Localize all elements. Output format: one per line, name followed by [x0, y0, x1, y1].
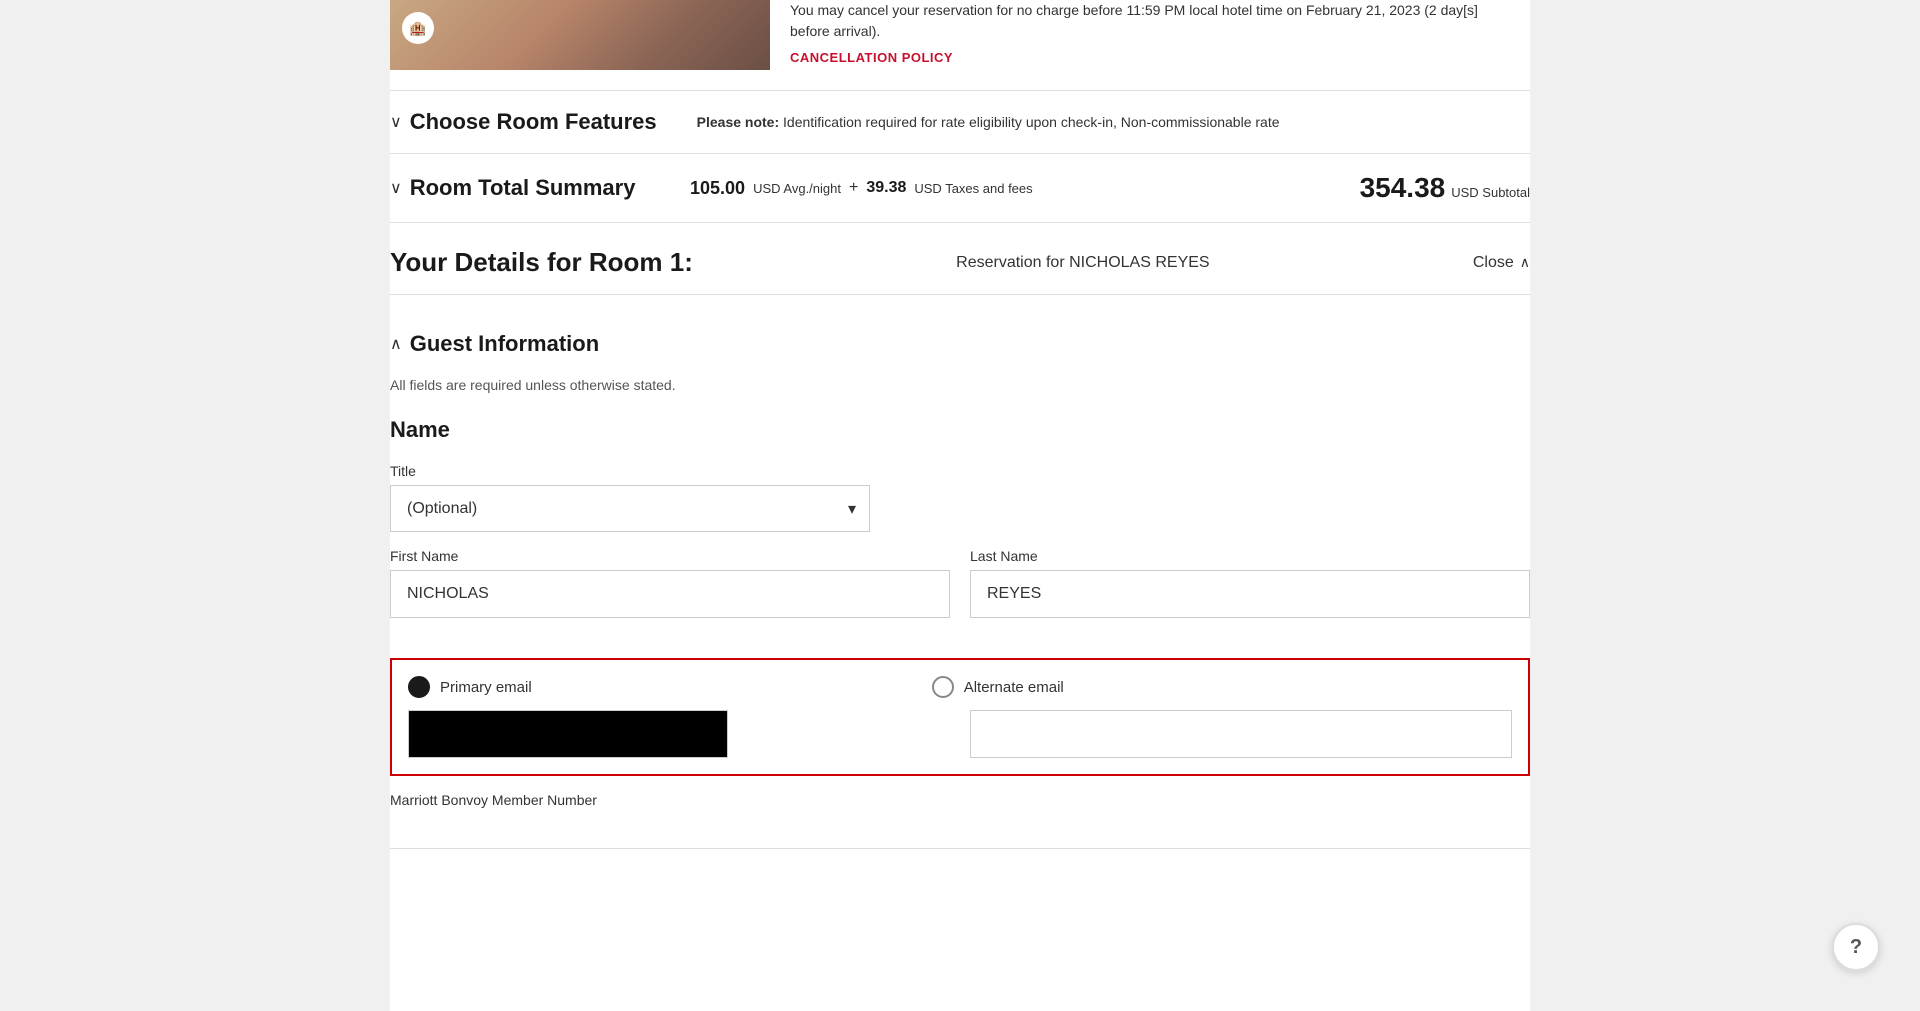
your-details-section: Your Details for Room 1: Reservation for… [390, 223, 1530, 849]
room-total-summary-toggle[interactable]: ∨ Room Total Summary [390, 175, 650, 201]
first-name-label: First Name [390, 548, 950, 564]
choose-room-features-row: ∨ Choose Room Features Please note: Iden… [390, 91, 1530, 154]
alternate-email-input[interactable] [970, 710, 1512, 758]
title-field-group: Title (Optional) Mr. Mrs. Ms. Dr. Prof. … [390, 463, 1530, 532]
last-name-label: Last Name [970, 548, 1530, 564]
close-button[interactable]: Close ∧ [1473, 254, 1530, 272]
close-chevron-up: ∧ [1520, 254, 1530, 271]
hotel-badge-icon: 🏨 [402, 12, 434, 44]
primary-email-option[interactable]: Primary email [408, 676, 532, 698]
avg-price-unit: USD Avg./night [753, 181, 841, 196]
last-name-group: Last Name [970, 548, 1530, 618]
page-wrapper: 🏨 You may cancel your reservation for no… [0, 0, 1920, 1011]
tax-amount: 39.38 [866, 179, 906, 197]
title-label: Title [390, 463, 1530, 479]
primary-email-input-group [408, 710, 950, 758]
choose-room-features-note: Please note: Identification required for… [657, 114, 1530, 130]
email-options-row: Primary email Alternate email [408, 676, 1512, 698]
your-details-header: Your Details for Room 1: Reservation for… [390, 247, 1530, 295]
note-text: Identification required for rate eligibi… [779, 114, 1279, 130]
room-total-chevron: ∨ [390, 178, 402, 198]
note-bold: Please note: [697, 114, 779, 130]
alternate-email-option[interactable]: Alternate email [932, 676, 1064, 698]
guest-info-chevron: ∧ [390, 334, 402, 354]
reservation-name: Reservation for NICHOLAS REYES [956, 254, 1209, 272]
name-heading: Name [390, 417, 1530, 443]
guest-info-header[interactable]: ∧ Guest Information [390, 331, 1530, 357]
primary-radio-filled [408, 676, 430, 698]
primary-email-label: Primary email [440, 679, 532, 696]
summary-pricing: 105.00 USD Avg./night + 39.38 USD Taxes … [650, 172, 1530, 204]
close-label: Close [1473, 254, 1514, 272]
name-section: Name Title (Optional) Mr. Mrs. Ms. Dr. P… [390, 417, 1530, 634]
last-name-input[interactable] [970, 570, 1530, 618]
hotel-info: You may cancel your reservation for no c… [770, 0, 1530, 65]
room-total-summary-row: ∨ Room Total Summary 105.00 USD Avg./nig… [390, 154, 1530, 223]
subtotal-label: USD Subtotal [1451, 185, 1530, 200]
first-name-group: First Name [390, 548, 950, 618]
cancellation-policy-link[interactable]: CANCELLATION POLICY [790, 50, 1510, 65]
email-inputs-row [408, 710, 1512, 758]
guest-info-title: Guest Information [410, 331, 599, 357]
marriott-label: Marriott Bonvoy Member Number [390, 792, 1530, 808]
your-details-title: Your Details for Room 1: [390, 247, 693, 278]
alternate-email-label: Alternate email [964, 679, 1064, 696]
guest-info-section: ∧ Guest Information All fields are requi… [390, 315, 1530, 824]
title-select-wrapper: (Optional) Mr. Mrs. Ms. Dr. Prof. ▾ [390, 485, 870, 532]
room-total-summary-title: Room Total Summary [410, 175, 636, 201]
title-select[interactable]: (Optional) Mr. Mrs. Ms. Dr. Prof. [390, 485, 870, 532]
avg-price: 105.00 [690, 178, 745, 199]
first-name-input[interactable] [390, 570, 950, 618]
summary-subtotal: 354.38 USD Subtotal [1360, 172, 1530, 204]
main-container: 🏨 You may cancel your reservation for no… [390, 0, 1530, 1011]
tax-unit: USD Taxes and fees [914, 181, 1032, 196]
email-section: Primary email Alternate email [390, 658, 1530, 776]
plus-sign: + [849, 179, 858, 197]
choose-room-features-chevron: ∨ [390, 112, 402, 132]
choose-room-features-title: Choose Room Features [410, 109, 657, 135]
fields-note: All fields are required unless otherwise… [390, 377, 1530, 393]
primary-email-input[interactable] [408, 710, 728, 758]
subtotal-amount: 354.38 [1360, 172, 1446, 204]
help-button[interactable]: ? [1832, 923, 1880, 971]
cancellation-note: You may cancel your reservation for no c… [790, 0, 1510, 42]
choose-room-features-toggle[interactable]: ∨ Choose Room Features [390, 109, 657, 135]
hotel-top-section: 🏨 You may cancel your reservation for no… [390, 0, 1530, 91]
name-fields-row: First Name Last Name [390, 548, 1530, 634]
alternate-email-input-group [970, 710, 1512, 758]
hotel-image: 🏨 [390, 0, 770, 70]
alternate-radio-empty [932, 676, 954, 698]
